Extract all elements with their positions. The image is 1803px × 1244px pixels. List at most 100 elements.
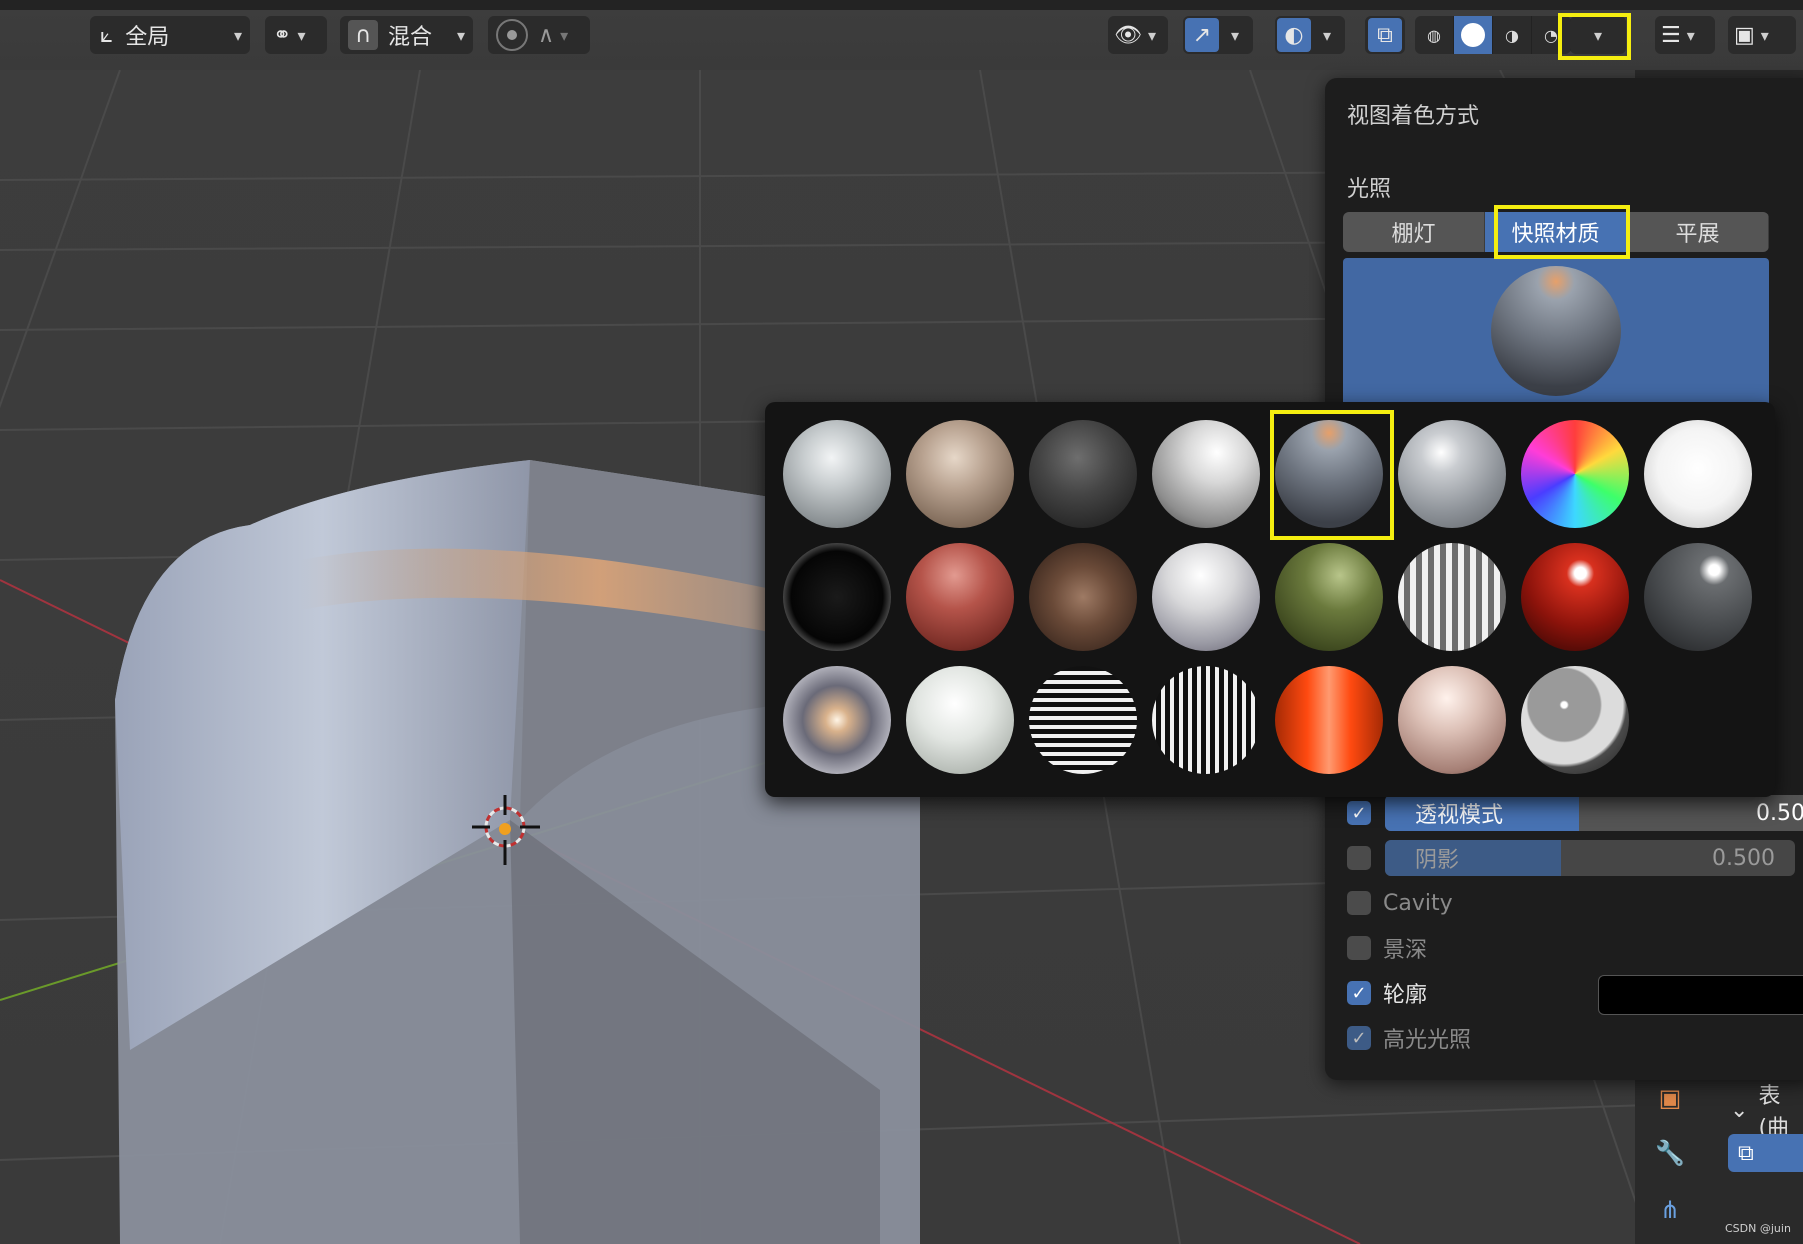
proportional-edit-group[interactable]: ∧ ▾ <box>488 16 590 54</box>
modifier-type-button[interactable]: ⧉ <box>1728 1134 1803 1172</box>
chevron-down-icon: ▾ <box>1231 25 1240 45</box>
modifier-wrench-icon[interactable]: 🔧 <box>1652 1135 1688 1171</box>
lighting-section-label: 光照 <box>1347 177 1392 202</box>
watermark-credit: CSDN @juin <box>1725 1222 1791 1235</box>
chevron-down-icon: ▾ <box>1686 25 1695 45</box>
modifier-type-icon: ⧉ <box>1738 1140 1754 1166</box>
snap-dropdown[interactable]: ∩ 混合 ▾ <box>340 16 473 54</box>
chevron-down-icon: ▾ <box>560 25 569 45</box>
chevron-down-icon: ▾ <box>297 25 306 45</box>
matcap-swatch[interactable] <box>1152 666 1260 774</box>
outline-color-swatch[interactable] <box>1598 975 1803 1015</box>
specular-label: 高光光照 <box>1383 1028 1472 1053</box>
outliner-icon: ☰ <box>1661 22 1681 48</box>
outline-label: 轮廓 <box>1383 983 1428 1008</box>
matcap-swatch[interactable] <box>1398 420 1506 528</box>
eye-icon: 👁 <box>1114 22 1142 48</box>
rendered-sphere-icon: ◔ <box>1544 25 1558 45</box>
falloff-curve-icon: ∧ <box>538 22 555 48</box>
pivot-point-dropdown[interactable]: ⚭ ▾ <box>265 16 327 54</box>
shadow-option-row <box>1347 840 1383 876</box>
matcap-swatch[interactable] <box>906 420 1014 528</box>
tab-studio[interactable]: 棚灯 <box>1343 212 1485 252</box>
chevron-down-icon: ▾ <box>456 25 465 45</box>
shadow-checkbox[interactable] <box>1347 846 1371 870</box>
matcap-swatch[interactable] <box>1521 420 1629 528</box>
matcap-swatch[interactable] <box>1275 666 1383 774</box>
xray-alpha-slider[interactable]: 透视模式 0.500 <box>1385 795 1803 831</box>
matcap-swatch[interactable] <box>1275 543 1383 651</box>
xray-label: 透视模式 <box>1415 803 1504 828</box>
proportional-edit-icon <box>496 19 528 51</box>
matcap-swatch[interactable] <box>1521 666 1629 774</box>
matcap-swatch[interactable] <box>1152 543 1260 651</box>
specular-option-row: ✓ 高光光照 <box>1347 1020 1471 1056</box>
gizmo-icon: ↗ <box>1185 18 1219 52</box>
matcap-swatch[interactable] <box>906 543 1014 651</box>
dof-checkbox[interactable] <box>1347 936 1371 960</box>
dof-label: 景深 <box>1383 938 1428 963</box>
shading-options-dropdown[interactable]: ▾ <box>1570 16 1626 54</box>
chevron-down-icon: ▾ <box>233 25 242 45</box>
matcap-swatch[interactable] <box>1029 420 1137 528</box>
specular-checkbox[interactable]: ✓ <box>1347 1026 1371 1050</box>
outline-checkbox[interactable]: ✓ <box>1347 981 1371 1005</box>
matcap-swatch[interactable] <box>1029 543 1137 651</box>
xray-checkbox[interactable]: ✓ <box>1347 801 1371 825</box>
wireframe-shading-button[interactable]: ◍ <box>1415 16 1454 54</box>
xray-toggle[interactable]: ⧉ <box>1365 16 1405 54</box>
matcap-swatch[interactable] <box>1152 420 1260 528</box>
particles-icon[interactable]: ⋔ <box>1652 1192 1688 1228</box>
chevron-down-icon: ▾ <box>1593 25 1603 45</box>
matcap-swatch[interactable] <box>783 543 891 651</box>
matcap-swatch[interactable] <box>1644 420 1752 528</box>
wireframe-globe-icon: ◍ <box>1427 25 1441 45</box>
xray-icon: ⧉ <box>1368 18 1402 52</box>
shading-mode-buttons: ◍ ◑ ◔ <box>1415 16 1571 54</box>
shadow-slider[interactable]: 阴影 0.500 <box>1385 840 1795 876</box>
cavity-checkbox[interactable] <box>1347 891 1371 915</box>
xray-value: 0.500 <box>1756 800 1803 826</box>
transform-orientation-dropdown[interactable]: ⟀ 全局 ▾ <box>90 16 250 54</box>
matcap-swatch[interactable] <box>906 666 1014 774</box>
tab-flat[interactable]: 平展 <box>1627 212 1769 252</box>
object-properties-icon[interactable]: ▣ <box>1652 1080 1688 1116</box>
matcap-swatch[interactable] <box>1398 543 1506 651</box>
matcap-swatch[interactable] <box>783 420 891 528</box>
matcap-swatch[interactable] <box>1398 666 1506 774</box>
matcap-swatch[interactable] <box>1029 666 1137 774</box>
check-icon: ✓ <box>1351 802 1367 824</box>
chevron-down-icon: ▾ <box>1760 25 1769 45</box>
tab-matcap[interactable]: 快照材质 <box>1485 212 1627 252</box>
cavity-option-row: Cavity <box>1347 885 1453 921</box>
matcap-preview-sphere <box>1491 266 1621 396</box>
matcap-swatch-selected[interactable] <box>1275 420 1383 528</box>
dof-option-row: 景深 <box>1347 930 1427 966</box>
overlays-icon: ◐ <box>1277 18 1311 52</box>
shadow-label: 阴影 <box>1415 848 1460 873</box>
rendered-shading-button[interactable]: ◔ <box>1532 16 1571 54</box>
solid-shading-button[interactable] <box>1454 16 1493 54</box>
overlays-dropdown[interactable]: ◐ ▾ <box>1275 16 1345 54</box>
chevron-down-icon: ⌄ <box>1730 1097 1749 1123</box>
modifier-label: 表(曲 <box>1758 1084 1790 1141</box>
shadow-value: 0.500 <box>1712 845 1775 871</box>
image-icon: ▣ <box>1734 22 1755 48</box>
visibility-dropdown[interactable]: 👁 ▾ <box>1108 16 1168 54</box>
matcap-swatch[interactable] <box>783 666 891 774</box>
gizmo-dropdown[interactable]: ↗ ▾ <box>1183 16 1253 54</box>
matcap-swatch[interactable] <box>1644 543 1752 651</box>
check-icon: ✓ <box>1351 1027 1367 1049</box>
popover-title: 视图着色方式 <box>1347 104 1480 129</box>
snap-magnet-icon: ∩ <box>348 20 378 50</box>
xray-option-row: ✓ <box>1347 795 1383 831</box>
material-preview-button[interactable]: ◑ <box>1493 16 1532 54</box>
lighting-tabs: 棚灯 快照材质 平展 <box>1343 212 1769 252</box>
modifier-header[interactable]: ⌄ 表(曲 <box>1730 1078 1803 1142</box>
matcap-swatch[interactable] <box>1521 543 1629 651</box>
matcap-grid <box>765 402 1775 797</box>
solid-sphere-icon <box>1461 23 1485 47</box>
display-mode-dropdown[interactable]: ▣ ▾ <box>1728 16 1796 54</box>
material-sphere-icon: ◑ <box>1505 25 1519 45</box>
outliner-filter-dropdown[interactable]: ☰ ▾ <box>1655 16 1715 54</box>
